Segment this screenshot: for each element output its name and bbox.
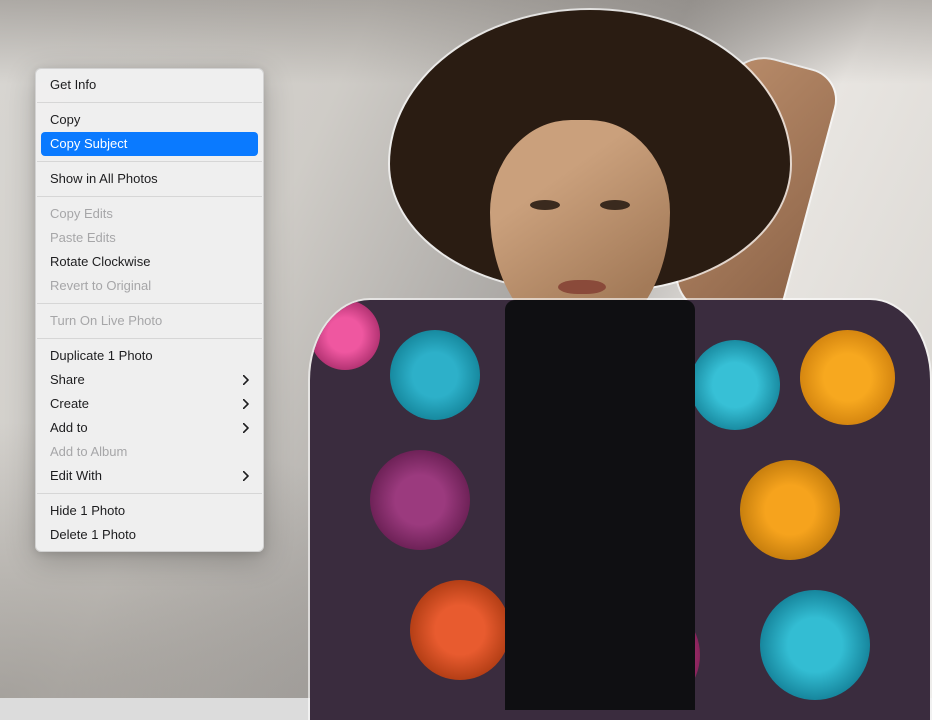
menu-separator: [37, 338, 262, 339]
menu-item-copy-subject[interactable]: Copy Subject: [41, 132, 258, 156]
menu-item-revert-to-original: Revert to Original: [36, 274, 263, 298]
menu-separator: [37, 303, 262, 304]
menu-item-label: Edit With: [50, 467, 243, 485]
chevron-right-icon: [243, 399, 249, 409]
chevron-right-icon: [243, 375, 249, 385]
menu-item-label: Show in All Photos: [50, 170, 249, 188]
menu-item-hide-1-photo[interactable]: Hide 1 Photo: [36, 499, 263, 523]
menu-item-label: Turn On Live Photo: [50, 312, 249, 330]
menu-item-turn-on-live-photo: Turn On Live Photo: [36, 309, 263, 333]
menu-separator: [37, 102, 262, 103]
menu-item-label: Duplicate 1 Photo: [50, 347, 249, 365]
menu-item-delete-1-photo[interactable]: Delete 1 Photo: [36, 523, 263, 547]
menu-separator: [37, 161, 262, 162]
menu-item-share[interactable]: Share: [36, 368, 263, 392]
menu-item-label: Add to: [50, 419, 243, 437]
menu-separator: [37, 196, 262, 197]
menu-item-label: Add to Album: [50, 443, 249, 461]
chevron-right-icon: [243, 471, 249, 481]
menu-item-add-to[interactable]: Add to: [36, 416, 263, 440]
menu-item-paste-edits: Paste Edits: [36, 226, 263, 250]
menu-item-edit-with[interactable]: Edit With: [36, 464, 263, 488]
menu-item-label: Rotate Clockwise: [50, 253, 249, 271]
menu-item-duplicate-1-photo[interactable]: Duplicate 1 Photo: [36, 344, 263, 368]
menu-item-get-info[interactable]: Get Info: [36, 73, 263, 97]
menu-item-label: Share: [50, 371, 243, 389]
menu-item-label: Delete 1 Photo: [50, 526, 249, 544]
subject-shirt: [505, 300, 695, 710]
menu-item-label: Copy Edits: [50, 205, 249, 223]
menu-item-label: Hide 1 Photo: [50, 502, 249, 520]
menu-item-label: Copy Subject: [50, 135, 249, 153]
menu-item-label: Get Info: [50, 76, 249, 94]
context-menu[interactable]: Get Info Copy Copy Subject Show in All Phot…: [35, 68, 264, 552]
menu-item-label: Paste Edits: [50, 229, 249, 247]
menu-item-label: Copy: [50, 111, 249, 129]
menu-item-create[interactable]: Create: [36, 392, 263, 416]
menu-item-rotate-clockwise[interactable]: Rotate Clockwise: [36, 250, 263, 274]
menu-item-copy[interactable]: Copy: [36, 108, 263, 132]
menu-item-label: Create: [50, 395, 243, 413]
photo-subject: [310, 10, 920, 698]
menu-item-label: Revert to Original: [50, 277, 249, 295]
chevron-right-icon: [243, 423, 249, 433]
menu-item-show-in-all-photos[interactable]: Show in All Photos: [36, 167, 263, 191]
menu-item-copy-edits: Copy Edits: [36, 202, 263, 226]
menu-separator: [37, 493, 262, 494]
menu-item-add-to-album: Add to Album: [36, 440, 263, 464]
